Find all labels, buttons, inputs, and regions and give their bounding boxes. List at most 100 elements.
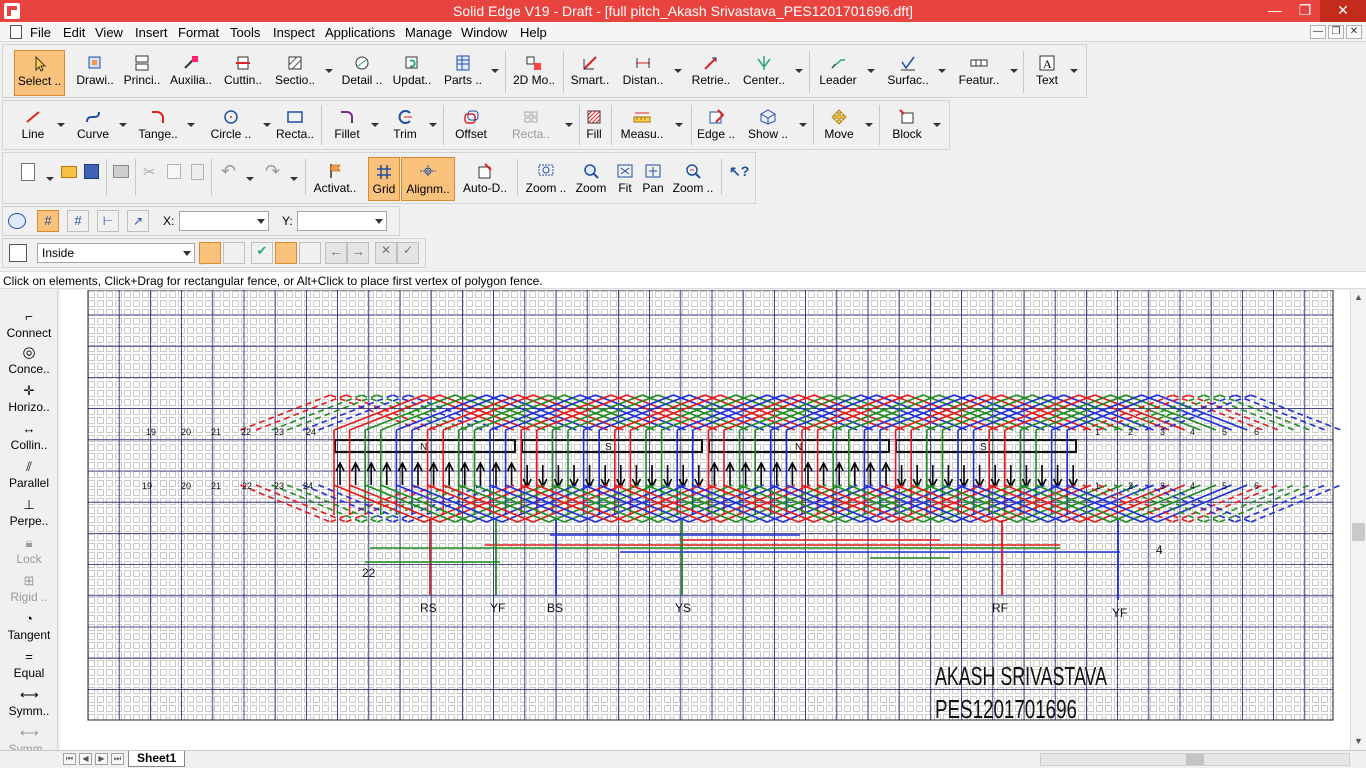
parts-dropdown-arrow[interactable] bbox=[491, 69, 499, 73]
menu-window[interactable]: Window bbox=[461, 25, 507, 40]
menu-applications[interactable]: Applications bbox=[325, 25, 395, 40]
equal-button[interactable]: = Equal bbox=[0, 650, 58, 681]
check-select-icon[interactable]: ✔ bbox=[251, 242, 273, 264]
vertical-scroll-thumb[interactable] bbox=[1352, 523, 1365, 541]
keypoint-snap-icon[interactable]: # bbox=[37, 210, 59, 232]
measure-button[interactable]: Measu.. bbox=[617, 109, 667, 141]
undo-icon[interactable]: ↶ bbox=[221, 161, 236, 182]
menu-help[interactable]: Help bbox=[520, 25, 547, 40]
collinear-button[interactable]: ↔ Collin.. bbox=[0, 422, 58, 453]
curve-button[interactable]: Curve bbox=[71, 109, 115, 141]
save-icon[interactable] bbox=[84, 164, 99, 179]
fence-mode-select[interactable]: Inside bbox=[37, 243, 195, 263]
relationship-snap-icon[interactable]: ⊢ bbox=[97, 210, 119, 232]
help-pointer-icon[interactable]: ↖? bbox=[729, 163, 749, 180]
trim-dropdown-arrow[interactable] bbox=[429, 123, 437, 127]
fillet-button[interactable]: Fillet bbox=[327, 109, 367, 141]
redo-dropdown-arrow[interactable] bbox=[290, 177, 298, 181]
circle-button[interactable]: Circle .. bbox=[203, 109, 259, 141]
fill-button[interactable]: Fill bbox=[583, 109, 605, 141]
cancel-selection-icon[interactable]: ✕ bbox=[375, 242, 397, 264]
rigid-set-button[interactable]: ⊞ Rigid .. bbox=[0, 574, 58, 605]
menu-tools[interactable]: Tools bbox=[230, 25, 260, 40]
winding-diagram[interactable]: 19 20 21 22 23 24 1 2 3 4 5 619 20 21 22 23 24 1 2 3 4 5 6N S N S… bbox=[60, 290, 1350, 750]
section-dropdown-arrow[interactable] bbox=[325, 69, 333, 73]
trim-button[interactable]: Trim bbox=[385, 109, 425, 141]
alignment-indicator-button[interactable]: Alignm.. bbox=[401, 157, 455, 201]
edge-painter-button[interactable]: Edge .. bbox=[695, 109, 737, 141]
circle-dropdown-arrow[interactable] bbox=[263, 123, 271, 127]
feature-control-frame-button[interactable]: Featur.. bbox=[953, 55, 1005, 87]
auxiliary-view-button[interactable]: Auxilia.. bbox=[167, 55, 215, 87]
copy-icon[interactable] bbox=[167, 164, 181, 179]
principal-view-button[interactable]: Princi.. bbox=[120, 55, 164, 87]
tangent-arc-button[interactable]: Tange.. bbox=[133, 109, 183, 141]
perpendicular-button[interactable]: ⊥ Perpe.. bbox=[0, 498, 58, 529]
y-dropdown-arrow[interactable] bbox=[375, 219, 383, 224]
text-dropdown-arrow[interactable] bbox=[1070, 69, 1078, 73]
drawing-sheet[interactable]: 19 20 21 22 23 24 1 2 3 4 5 6 19 20 21 22 23 24 1 2 3 4 5 6 N S N S… bbox=[60, 290, 1350, 750]
fillet-dropdown-arrow[interactable] bbox=[371, 123, 379, 127]
rectangular-pattern-button[interactable]: Recta.. bbox=[509, 109, 553, 141]
menu-insert[interactable]: Insert bbox=[135, 25, 168, 40]
open-folder-icon[interactable] bbox=[61, 166, 77, 178]
select-filter-icon[interactable] bbox=[9, 244, 27, 262]
line-dropdown-arrow[interactable] bbox=[57, 123, 65, 127]
fence-inside-icon[interactable] bbox=[275, 242, 297, 264]
doc-minimize-button[interactable]: — bbox=[1310, 25, 1326, 39]
update-views-button[interactable]: Updat.. bbox=[389, 55, 435, 87]
feature-dropdown-arrow[interactable] bbox=[1010, 69, 1018, 73]
paste-icon[interactable] bbox=[191, 164, 204, 180]
accept-selection-icon[interactable]: ✓ bbox=[397, 242, 419, 264]
minimize-button[interactable]: — bbox=[1260, 0, 1290, 22]
y-coordinate-field[interactable] bbox=[297, 211, 387, 231]
center-dropdown-arrow[interactable] bbox=[795, 69, 803, 73]
block-button[interactable]: Block bbox=[887, 109, 927, 141]
activate-button[interactable]: Activat.. bbox=[309, 163, 361, 195]
zoom-previous-button[interactable]: Zoom .. bbox=[669, 163, 717, 195]
menu-inspect[interactable]: Inspect bbox=[273, 25, 315, 40]
lock-button[interactable]: 🔒︎ Lock bbox=[0, 536, 58, 567]
retrieve-dimensions-button[interactable]: Retrie.. bbox=[687, 55, 735, 87]
distance-between-button[interactable]: Distan.. bbox=[617, 55, 669, 87]
section-view-button[interactable]: Sectio.. bbox=[271, 55, 319, 87]
drawing-view-button[interactable]: Drawi.. bbox=[73, 55, 117, 87]
detail-view-button[interactable]: Detail .. bbox=[339, 55, 385, 87]
menu-view[interactable]: View bbox=[95, 25, 123, 40]
tangent-button[interactable]: ◔ Tangent bbox=[0, 612, 58, 643]
first-sheet-button[interactable]: ⏮ bbox=[63, 753, 76, 765]
menu-format[interactable]: Format bbox=[178, 25, 219, 40]
move-dropdown-arrow[interactable] bbox=[865, 123, 873, 127]
parts-list-button[interactable]: Parts .. bbox=[439, 55, 487, 87]
sheet1-tab[interactable]: Sheet1 bbox=[128, 751, 186, 767]
x-dropdown-arrow[interactable] bbox=[257, 219, 265, 224]
previous-sheet-button[interactable]: ◀ bbox=[79, 753, 92, 765]
x-coordinate-field[interactable] bbox=[179, 211, 269, 231]
move-button[interactable]: Move bbox=[819, 109, 859, 141]
scroll-up-arrow[interactable]: ▲ bbox=[1354, 292, 1363, 302]
text-button[interactable]: A Text bbox=[1029, 55, 1065, 87]
offset-button[interactable]: Offset bbox=[449, 109, 493, 141]
show-dropdown-arrow[interactable] bbox=[799, 123, 807, 127]
fence-dropdown-arrow[interactable] bbox=[183, 251, 191, 256]
last-sheet-button[interactable]: ⏭ bbox=[111, 753, 124, 765]
surface-texture-button[interactable]: Surfac.. bbox=[883, 55, 933, 87]
cutting-plane-button[interactable]: Cuttin.. bbox=[219, 55, 267, 87]
curve-dropdown-arrow[interactable] bbox=[119, 123, 127, 127]
fence-overlap-icon[interactable] bbox=[299, 242, 321, 264]
leader-button[interactable]: Leader bbox=[815, 55, 861, 87]
tangent-dropdown-arrow[interactable] bbox=[187, 123, 195, 127]
doc-restore-button[interactable]: ❐ bbox=[1328, 25, 1344, 39]
grid-snap-icon[interactable]: # bbox=[67, 210, 89, 232]
rectangle-button[interactable]: Recta.. bbox=[275, 109, 315, 141]
zoom-button[interactable]: Zoom bbox=[573, 163, 609, 195]
leader-dropdown-arrow[interactable] bbox=[867, 69, 875, 73]
show-hide-edges-button[interactable]: Show .. bbox=[743, 109, 793, 141]
block-dropdown-arrow[interactable] bbox=[933, 123, 941, 127]
vertical-scrollbar[interactable]: ▲ ▼ bbox=[1350, 290, 1366, 750]
top-level-filter-icon[interactable] bbox=[199, 242, 221, 264]
cut-icon[interactable]: ✂ bbox=[143, 163, 156, 181]
next-sheet-button[interactable]: ▶ bbox=[95, 753, 108, 765]
parallel-button[interactable]: ⫽ Parallel bbox=[0, 460, 58, 491]
scroll-down-arrow[interactable]: ▼ bbox=[1354, 736, 1363, 746]
